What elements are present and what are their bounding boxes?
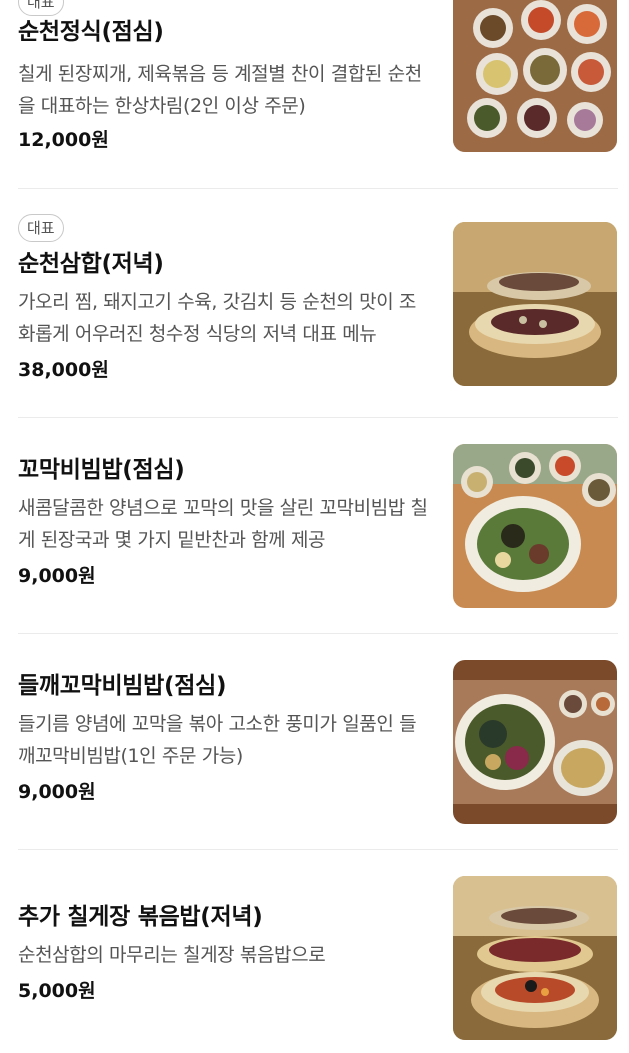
menu-item-price: 38,000원: [18, 359, 109, 381]
hansang-food-photo-icon: [453, 0, 617, 152]
menu-item-name: 추가 칠게장 볶음밥(저녁): [18, 904, 263, 930]
divider: [18, 188, 618, 189]
menu-item-name: 꼬막비빔밥(점심): [18, 457, 185, 483]
menu-item-chilgejang-fried-rice[interactable]: 추가 칠게장 볶음밥(저녁) 순천삼합의 마무리는 칠게장 볶음밥으로 5,00…: [18, 876, 618, 1051]
divider: [18, 849, 618, 850]
menu-item-description: 들기름 양념에 꼬막을 볶아 고소한 풍미가 일품인 들깨꼬막비빔밥(1인 주문…: [18, 713, 417, 767]
menu-item-photo[interactable]: [453, 444, 617, 608]
menu-item-price: 9,000원: [18, 781, 96, 803]
signature-badge: 대표: [18, 0, 64, 16]
menu-item-description: 순천삼합의 마무리는 칠게장 볶음밥으로: [18, 944, 326, 966]
menu-item-photo[interactable]: [453, 222, 617, 386]
divider: [18, 633, 618, 634]
menu-item-price: 9,000원: [18, 565, 96, 587]
divider: [18, 417, 618, 418]
menu-item-price: 12,000원: [18, 129, 109, 151]
samhap-food-photo-icon: [453, 222, 617, 386]
menu-item-photo[interactable]: [453, 0, 617, 152]
menu-item-name: 순천삼합(저녁): [18, 251, 164, 277]
bibimbap-food-photo-icon: [453, 444, 617, 608]
menu-item-description: 칠게 된장찌개, 제육볶음 등 계절별 찬이 결합된 순천을 대표하는 한상차림…: [18, 63, 422, 117]
perilla-bibimbap-food-photo-icon: [453, 660, 617, 824]
menu-item-text: 대표 순천정식(점심) 칠게 된장찌개, 제육볶음 등 계절별 찬이 결합된 순…: [18, 0, 433, 156]
menu-item-name: 들깨꼬막비빔밥(점심): [18, 673, 227, 699]
menu-item-price: 5,000원: [18, 980, 96, 1002]
menu-item-perilla-kkomak-bibimbap[interactable]: 들깨꼬막비빔밥(점심) 들기름 양념에 꼬막을 볶아 고소한 풍미가 일품인 들…: [18, 660, 618, 824]
menu-item-description: 새콤달콤한 양념으로 꼬막의 맛을 살린 꼬막비빔밥 칠게 된장국과 몇 가지 …: [18, 497, 428, 551]
menu-item-text: 들깨꼬막비빔밥(점심) 들기름 양념에 꼬막을 볶아 고소한 풍미가 일품인 들…: [18, 670, 433, 808]
menu-list: 대표 순천정식(점심) 칠게 된장찌개, 제육볶음 등 계절별 찬이 결합된 순…: [0, 0, 629, 1053]
menu-item-photo[interactable]: [453, 660, 617, 824]
menu-item-text: 꼬막비빔밥(점심) 새콤달콤한 양념으로 꼬막의 맛을 살린 꼬막비빔밥 칠게 …: [18, 454, 433, 592]
menu-item-description: 가오리 찜, 돼지고기 수육, 갓김치 등 순천의 맛이 조화롭게 어우러진 청…: [18, 291, 416, 345]
menu-item-name: 순천정식(점심): [18, 19, 164, 45]
menu-item-text: 대표 순천삼합(저녁) 가오리 찜, 돼지고기 수육, 갓김치 등 순천의 맛이…: [18, 214, 433, 386]
menu-item-suncheon-samhap[interactable]: 대표 순천삼합(저녁) 가오리 찜, 돼지고기 수육, 갓김치 등 순천의 맛이…: [18, 214, 618, 386]
menu-item-text: 추가 칠게장 볶음밥(저녁) 순천삼합의 마무리는 칠게장 볶음밥으로 5,00…: [18, 901, 433, 1007]
fried-rice-food-photo-icon: [453, 876, 617, 1040]
menu-item-photo[interactable]: [453, 876, 617, 1040]
menu-item-suncheon-jeongsik[interactable]: 대표 순천정식(점심) 칠게 된장찌개, 제육볶음 등 계절별 찬이 결합된 순…: [18, 0, 618, 158]
menu-item-kkomak-bibimbap[interactable]: 꼬막비빔밥(점심) 새콤달콤한 양념으로 꼬막의 맛을 살린 꼬막비빔밥 칠게 …: [18, 444, 618, 608]
signature-badge: 대표: [18, 214, 64, 242]
